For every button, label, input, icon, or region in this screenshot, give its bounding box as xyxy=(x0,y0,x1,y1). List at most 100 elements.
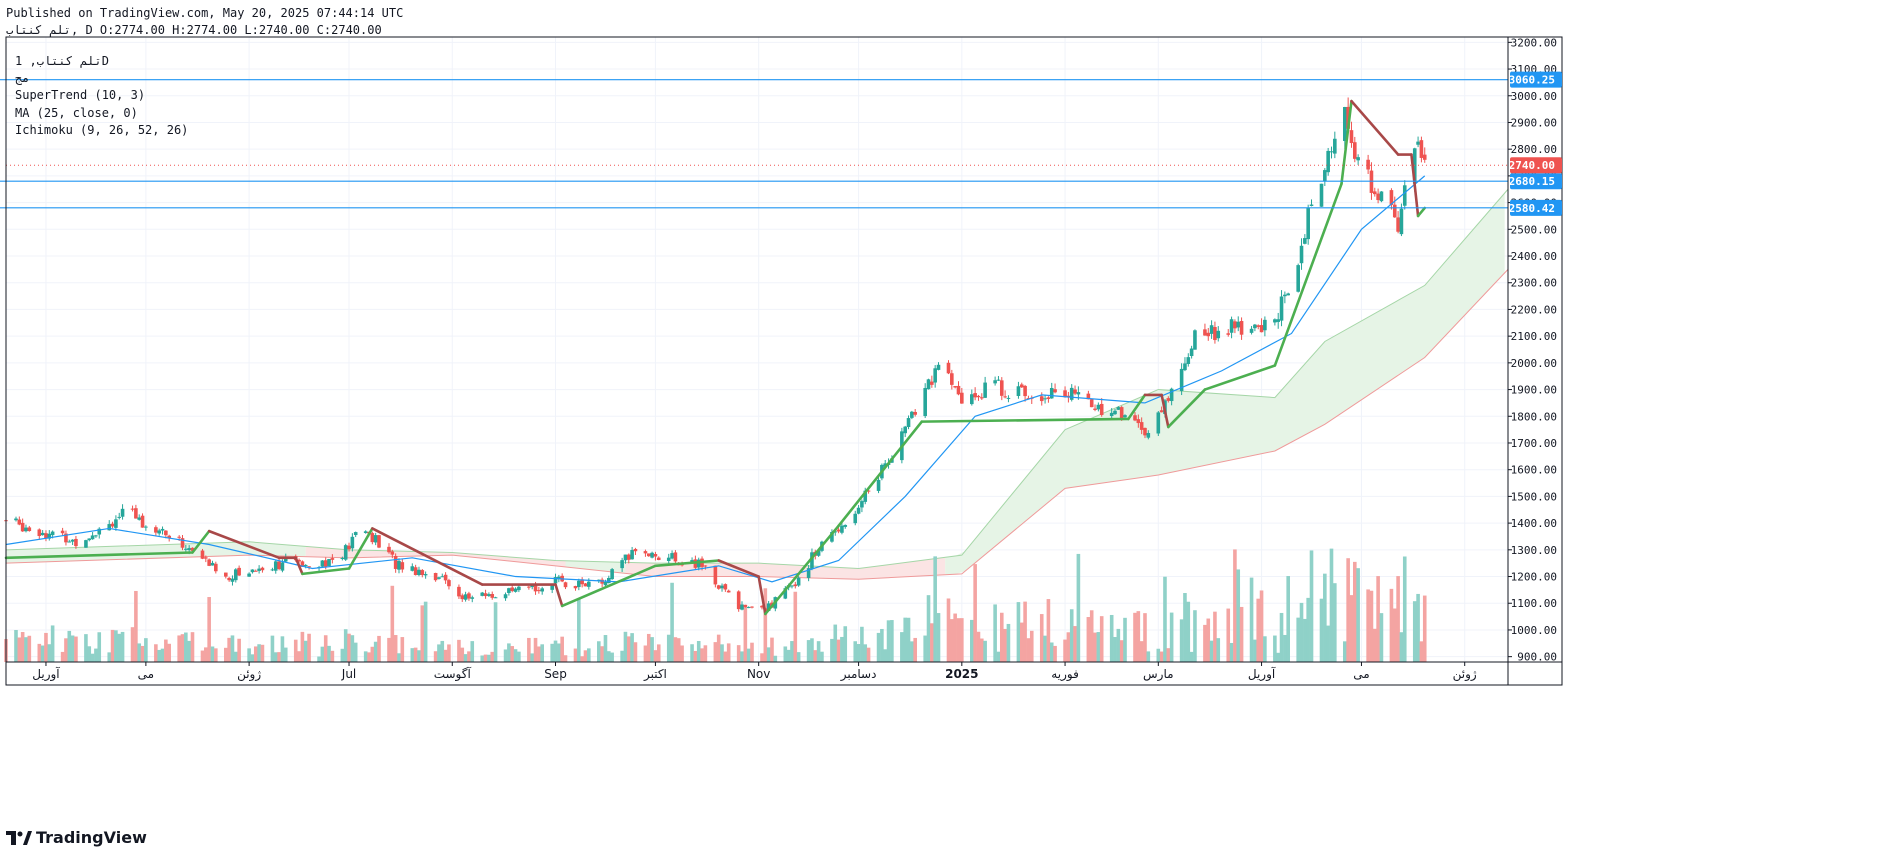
volume-bar xyxy=(1309,550,1314,662)
volume-bar xyxy=(646,633,651,662)
candle-body xyxy=(1073,389,1077,394)
volume-bar xyxy=(330,650,335,662)
tradingview-logo[interactable]: TradingView xyxy=(6,828,147,847)
candle-body xyxy=(14,518,18,521)
candle-body xyxy=(327,558,331,566)
volume-bar xyxy=(1283,634,1287,662)
volume-bar xyxy=(623,631,628,662)
volume-bar xyxy=(933,556,937,662)
candle-body xyxy=(540,588,544,592)
volume-bar xyxy=(60,651,65,662)
volume-bar xyxy=(190,632,195,662)
volume-bar xyxy=(94,648,98,662)
volume-bar xyxy=(503,649,508,662)
candle-body xyxy=(1376,193,1380,201)
candle-body xyxy=(1203,329,1207,336)
volume-bar xyxy=(277,652,281,662)
candle-body xyxy=(37,529,42,537)
candle-body xyxy=(796,577,801,586)
candle-body xyxy=(440,576,445,578)
candle-body xyxy=(1139,422,1144,430)
y-tick-label: 2900.00 xyxy=(1511,116,1557,129)
volume-bar xyxy=(233,651,238,662)
volume-bar xyxy=(207,597,211,662)
volume-bar xyxy=(227,637,231,662)
volume-bar xyxy=(527,637,531,662)
volume-bar xyxy=(480,655,485,662)
candle-body xyxy=(1349,130,1354,144)
legend-supertrend[interactable]: SuperTrend (10, 3) xyxy=(15,87,188,104)
volume-bar xyxy=(1356,568,1360,662)
x-tick-label: دسامبر xyxy=(840,667,877,682)
candle-body xyxy=(224,572,228,577)
candle-body xyxy=(1329,151,1334,153)
volume-bar xyxy=(950,619,954,662)
volume-bar xyxy=(1163,576,1167,662)
volume-bar xyxy=(743,606,748,662)
x-tick-label: ژوئن xyxy=(1453,667,1477,682)
candle-body xyxy=(130,508,135,510)
candle-body xyxy=(666,557,671,561)
candle-body xyxy=(330,558,335,560)
volume-bar xyxy=(253,646,258,662)
y-tick-label: 2800.00 xyxy=(1511,143,1557,156)
candle-body xyxy=(257,568,261,571)
volume-bar xyxy=(766,647,771,662)
volume-bar xyxy=(250,654,255,662)
volume-bar xyxy=(746,648,751,662)
candle-body xyxy=(953,386,957,388)
volume-bar xyxy=(1063,639,1067,662)
candle-body xyxy=(1209,325,1214,334)
candle-body xyxy=(656,557,661,560)
x-tick-label: می xyxy=(1353,667,1369,681)
volume-bar xyxy=(1123,617,1127,662)
volume-bar xyxy=(467,651,471,662)
volume-bar xyxy=(84,634,88,662)
candle-body xyxy=(630,550,634,560)
price-chart[interactable]: 3200.003100.003000.002900.002800.002700.… xyxy=(0,0,1878,858)
volume-bar xyxy=(340,648,345,662)
volume-bar xyxy=(783,646,788,662)
candle-body xyxy=(1049,387,1054,399)
volume-bar xyxy=(1402,556,1407,662)
price-line-tag-label: 2680.15 xyxy=(1509,175,1555,188)
candle-body xyxy=(1233,321,1237,329)
candle-body xyxy=(513,588,518,592)
volume-bar xyxy=(666,634,671,662)
volume-bar xyxy=(1249,577,1254,662)
volume-bar xyxy=(1276,652,1281,662)
volume-bar xyxy=(1392,608,1397,662)
cloud-span-a xyxy=(5,188,1509,570)
legend-line2: مج xyxy=(15,71,30,86)
volume-bar xyxy=(160,648,165,662)
legend-ichimoku[interactable]: Ichimoku (9, 26, 52, 26) xyxy=(15,122,188,139)
candle-body xyxy=(1353,142,1357,159)
volume-bar xyxy=(144,638,148,662)
legend-symbol[interactable]: تلم کنتاب, 1D xyxy=(15,53,188,70)
volume-bar xyxy=(587,648,591,662)
volume-bar xyxy=(836,639,841,662)
candle-body xyxy=(623,554,628,561)
candle-body xyxy=(936,364,941,370)
candle-body xyxy=(646,553,651,557)
volume-bar xyxy=(583,650,588,662)
candle-body xyxy=(433,572,438,581)
candle-body xyxy=(1146,433,1151,438)
volume-bar xyxy=(180,634,185,662)
x-tick-label: می xyxy=(138,667,154,681)
candle-body xyxy=(1206,332,1211,337)
volume-bar xyxy=(27,635,32,662)
volume-bar xyxy=(300,631,305,662)
x-tick-label: آوریل xyxy=(32,666,60,682)
volume-bar xyxy=(557,643,561,662)
volume-bar xyxy=(670,582,674,662)
volume-bar xyxy=(693,650,698,662)
legend-ma[interactable]: MA (25, close, 0) xyxy=(15,105,188,122)
volume-bar xyxy=(1399,632,1404,662)
candle-body xyxy=(260,567,265,571)
candle-body xyxy=(1006,397,1011,399)
volume-bar xyxy=(237,638,241,662)
x-tick-label: Sep xyxy=(544,667,567,681)
candle-body xyxy=(463,594,468,600)
volume-bar xyxy=(643,645,648,662)
